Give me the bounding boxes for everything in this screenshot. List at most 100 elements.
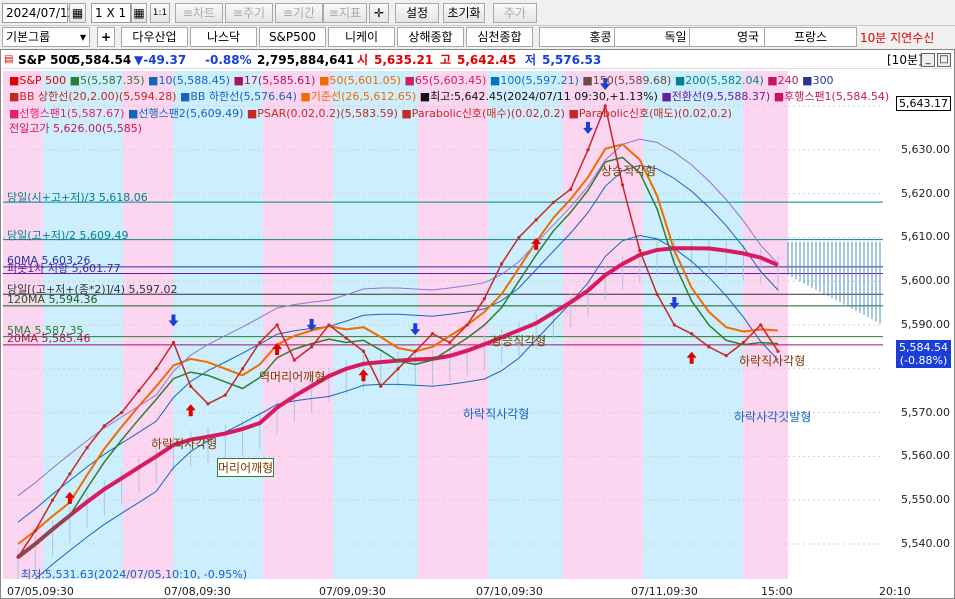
y-tick-label: 5,630.00 (901, 142, 950, 156)
legend-item[interactable]: ■65(5,603.45) (404, 74, 489, 87)
legend-item[interactable]: ■50(5,601.05) (319, 74, 404, 87)
legend-item[interactable]: ■Parabolic신호(매수)(0.02,0.2) (401, 107, 568, 120)
legend-item[interactable]: ■100(5,597.21) (490, 74, 582, 87)
ratio-button[interactable]: 1:1 (150, 3, 170, 23)
symbol-name: S&P 500 (18, 53, 76, 67)
legend-item[interactable]: ■S&P 500 (9, 74, 70, 87)
legend-item[interactable]: ■PSAR(0.02,0.2)(5,583.59) (247, 107, 402, 120)
chart-menu-button[interactable]: ≡차트 (175, 3, 223, 23)
y-tick-label: 5,590.00 (901, 318, 950, 331)
tab-france[interactable]: 프랑스 (764, 27, 857, 47)
legend-item[interactable]: ■BB 하한선(5,576.64) (180, 90, 300, 103)
legend-item[interactable]: ■선행스팬2(5,609.49) (128, 107, 247, 120)
pattern-label: 하락사각깃발형 (734, 410, 812, 424)
legend-item[interactable]: ■최고:5,642.45(2024/07/11 09:30,+1.13%) (420, 90, 662, 103)
legend-item[interactable]: ■Parabolic신호(매도)(0.02,0.2) (568, 107, 732, 120)
legend-item[interactable]: ■선행스팬1(5,587.67) (9, 107, 128, 120)
x-tick-label: 07/05,09:30 (7, 585, 74, 598)
price-point (430, 332, 435, 336)
price-point (275, 323, 279, 327)
legend-item[interactable]: ■240 (767, 74, 802, 87)
tab-nasdaq[interactable]: 나스닥 (190, 27, 257, 47)
legend-item[interactable]: ■150(5,589.68) (582, 74, 674, 87)
maximize-icon[interactable]: □ (937, 53, 951, 67)
price-point (413, 349, 417, 353)
price-point (50, 498, 55, 502)
tab-shanghai[interactable]: 상해종합 (397, 27, 464, 47)
grid-picker-icon[interactable]: ▦ (131, 3, 147, 23)
chart-type-icon: ▤ (4, 54, 14, 65)
tab-nikkei[interactable]: 니케이 (328, 27, 395, 47)
add-tab-button[interactable]: + (97, 27, 115, 47)
price-point (620, 183, 625, 187)
legend-item[interactable]: ■전환선(9,5,588.37) (661, 90, 773, 103)
crosshair-icon[interactable]: ✛ (369, 3, 389, 23)
period-menu-button[interactable]: ≡주기 (225, 3, 273, 23)
level-label: 당일(시+고+저)/3 5,618.06 (7, 191, 148, 205)
price-point (85, 446, 89, 450)
y-tick-label: 5,550.00 (901, 493, 950, 507)
y-tick-label: 5,570.00 (901, 405, 950, 419)
tab-sp500[interactable]: S&P500 (259, 27, 326, 47)
y-tick-label: 5,540.00 (901, 536, 950, 550)
last-price-box: 5,584.54 (-0.88%) (896, 340, 951, 368)
legend-item[interactable]: ■BB 상한선(20,2.00)(5,594.28) (9, 90, 180, 103)
settings-button[interactable]: 설정 (395, 3, 439, 23)
price-point (638, 248, 642, 253)
legend-item[interactable]: ■300 (802, 74, 833, 87)
legend-item[interactable]: ■후행스팬1(5,584.54) (774, 90, 889, 103)
x-tick-label: 15:00 (761, 585, 793, 598)
level-label: 피봇1차 저항 5,601.77 (7, 262, 121, 276)
minimize-icon[interactable]: _ (921, 53, 935, 67)
legend-item[interactable]: ■10(5,588.45) (148, 74, 233, 87)
price-button[interactable]: 주가 (493, 3, 537, 23)
pattern-label: 하락직사각형 (739, 354, 806, 368)
legend-item[interactable]: ■기준선(26,5,612.65) (300, 90, 419, 103)
price-point (206, 402, 210, 406)
price-point (361, 349, 366, 353)
calendar-icon[interactable]: ▦ (69, 3, 86, 23)
price-change: ▼-49.37 (134, 53, 187, 67)
high-price-box: 5,643.17 (896, 96, 951, 111)
tab-shenzhen[interactable]: 심천종합 (466, 27, 533, 47)
price-point (690, 332, 694, 336)
price-point (534, 218, 538, 222)
reset-button[interactable]: 초기화 (443, 3, 485, 23)
legend-item[interactable]: ■5(5,587.35) (70, 74, 148, 87)
price-point (465, 323, 469, 327)
price-point (68, 472, 72, 476)
indicator-menu-button[interactable]: ≡지표 (323, 3, 367, 23)
price-point (741, 340, 746, 345)
x-tick-label: 07/09,09:30 (319, 585, 386, 598)
x-tick-label: 20:10 (879, 585, 911, 598)
level-label: 120MA 5,594.36 (7, 292, 98, 306)
group-select[interactable]: 기본그룹 ▾ (2, 27, 90, 47)
price-point (707, 345, 711, 349)
price-point (759, 323, 763, 327)
range-menu-button[interactable]: ≡기간 (275, 3, 323, 23)
last-price: 5,584.54 (72, 53, 132, 67)
legend-row-prevhigh: 전일고가 5,626.00(5,585) (9, 122, 143, 135)
delay-note: 10분 지연수신 (860, 31, 935, 45)
price-point (258, 340, 262, 345)
group-select-label: 기본그룹 (6, 30, 51, 44)
y-tick-label: 5,560.00 (901, 449, 950, 463)
tab-dow[interactable]: 다우산업 (121, 27, 188, 47)
grid-layout-field[interactable]: 1 X 1 (91, 3, 131, 23)
y-tick-label: 5,620.00 (901, 186, 950, 200)
legend-item[interactable]: ■200(5,582.04) (675, 74, 767, 87)
pattern-label: 역머리어깨형 (259, 370, 326, 384)
price-point (672, 323, 676, 327)
period-label: [10분] (887, 53, 923, 67)
pattern-label: 상승직각형 (491, 334, 547, 348)
x-tick-label: 07/11,09:30 (631, 585, 698, 598)
price-plot[interactable] (3, 71, 883, 579)
price-point (379, 384, 383, 388)
pattern-label: 상승직각형 (601, 164, 657, 178)
quote-header: ▤ S&P 500 5,584.54 ▼-49.37 -0.88% 2,795,… (2, 51, 953, 69)
legend-item[interactable]: ■17(5,585.61) (234, 74, 319, 87)
legend-row-bands: ■BB 상한선(20,2.00)(5,594.28) ■BB 하한선(5,576… (9, 90, 889, 103)
price-point (500, 262, 504, 266)
date-field[interactable]: 2024/07/12 (2, 3, 75, 23)
price-point (189, 384, 193, 388)
